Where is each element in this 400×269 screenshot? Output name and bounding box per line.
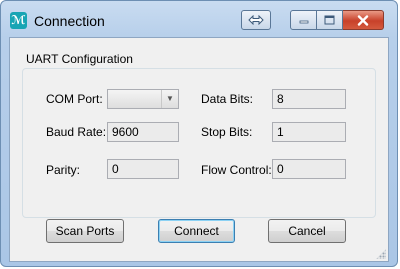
flow-control-field[interactable]: 0 — [272, 159, 346, 179]
close-icon — [357, 14, 369, 26]
connect-button[interactable]: Connect — [158, 219, 235, 243]
flow-control-label: Flow Control: — [201, 163, 272, 177]
dropdown-arrow-icon[interactable]: ▼ — [161, 90, 178, 108]
parity-field[interactable]: 0 — [107, 159, 179, 179]
minimize-icon — [299, 20, 308, 24]
dialog-client-area: UART Configuration COM Port: ▼ Baud Rate… — [9, 37, 389, 262]
scan-ports-button[interactable]: Scan Ports — [46, 219, 124, 243]
swap-window-button[interactable] — [241, 10, 271, 30]
maximize-icon — [324, 15, 335, 25]
baud-rate-field[interactable]: 9600 — [107, 122, 179, 142]
minimize-button[interactable] — [290, 10, 317, 30]
stop-bits-label: Stop Bits: — [201, 125, 253, 139]
swap-arrows-icon — [248, 15, 264, 25]
cancel-button[interactable]: Cancel — [268, 219, 346, 243]
baud-rate-label: Baud Rate: — [46, 125, 107, 139]
parity-label: Parity: — [46, 163, 81, 177]
stop-bits-field[interactable]: 1 — [272, 122, 346, 142]
maximize-button[interactable] — [317, 10, 343, 30]
window-title: Connection — [34, 13, 105, 29]
resize-grip[interactable] — [376, 249, 386, 259]
maxim-logo-icon: ℳ — [10, 12, 27, 29]
data-bits-label: Data Bits: — [201, 92, 254, 106]
com-port-label: COM Port: — [46, 92, 103, 106]
close-button[interactable] — [343, 10, 384, 30]
data-bits-field[interactable]: 8 — [272, 89, 346, 109]
connection-window: ℳ Connection UART Configuration COM Port… — [0, 0, 398, 267]
com-port-select[interactable]: ▼ — [107, 89, 179, 109]
title-bar[interactable]: ℳ Connection — [1, 1, 397, 37]
uart-group-label: UART Configuration — [26, 52, 133, 66]
